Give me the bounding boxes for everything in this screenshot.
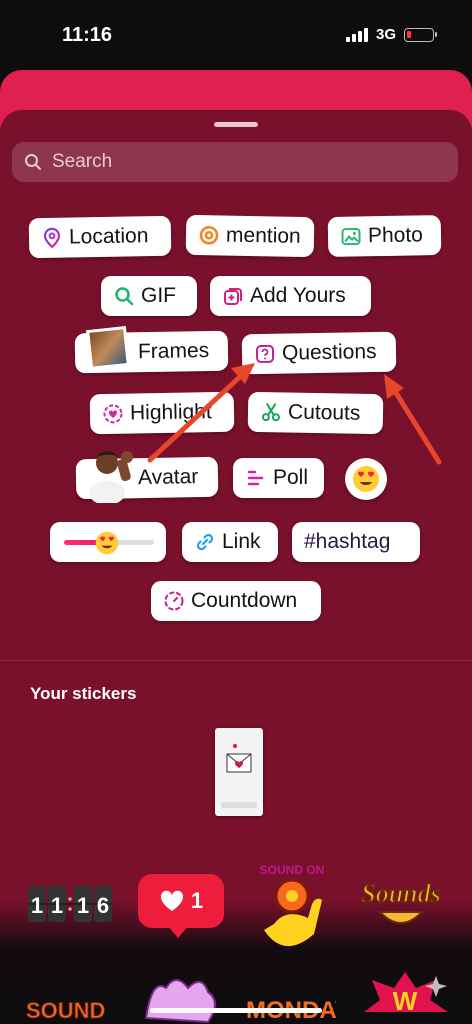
clock-digit: 1 xyxy=(31,893,43,918)
row2-left-text: SOUND ON! xyxy=(26,998,112,1023)
home-indicator xyxy=(150,1008,322,1013)
sounds-text: Sounds xyxy=(361,879,441,908)
clock-digit: 1 xyxy=(77,893,89,918)
bubble-text-sticker[interactable] xyxy=(140,974,226,1024)
gallery-row: SOUND ON! MONDAY W xyxy=(0,962,472,1024)
svg-text:W: W xyxy=(393,986,418,1016)
heart-icon xyxy=(160,890,183,911)
sound-on-hand-sticker[interactable]: SOUND ON xyxy=(254,860,330,952)
sound-on-text: SOUND ON xyxy=(260,863,325,877)
clock-digit: 1 xyxy=(51,893,63,918)
like-count-sticker[interactable]: 1 xyxy=(138,874,224,928)
like-count: 1 xyxy=(190,888,204,913)
gallery-row: 1 1 1 6 1 SOUND ON Sounds xyxy=(0,860,472,960)
clock-sticker[interactable]: 1 1 1 6 xyxy=(28,886,114,922)
sounds-sticker[interactable]: Sounds xyxy=(358,872,444,938)
sound-on-text-sticker[interactable]: SOUND ON! xyxy=(26,990,112,1024)
burst-sticker[interactable]: W xyxy=(360,972,450,1024)
clock-digit: 6 xyxy=(97,893,109,918)
monday-sticker[interactable]: MONDAY xyxy=(246,990,336,1024)
like-bubble-tail xyxy=(168,926,188,938)
